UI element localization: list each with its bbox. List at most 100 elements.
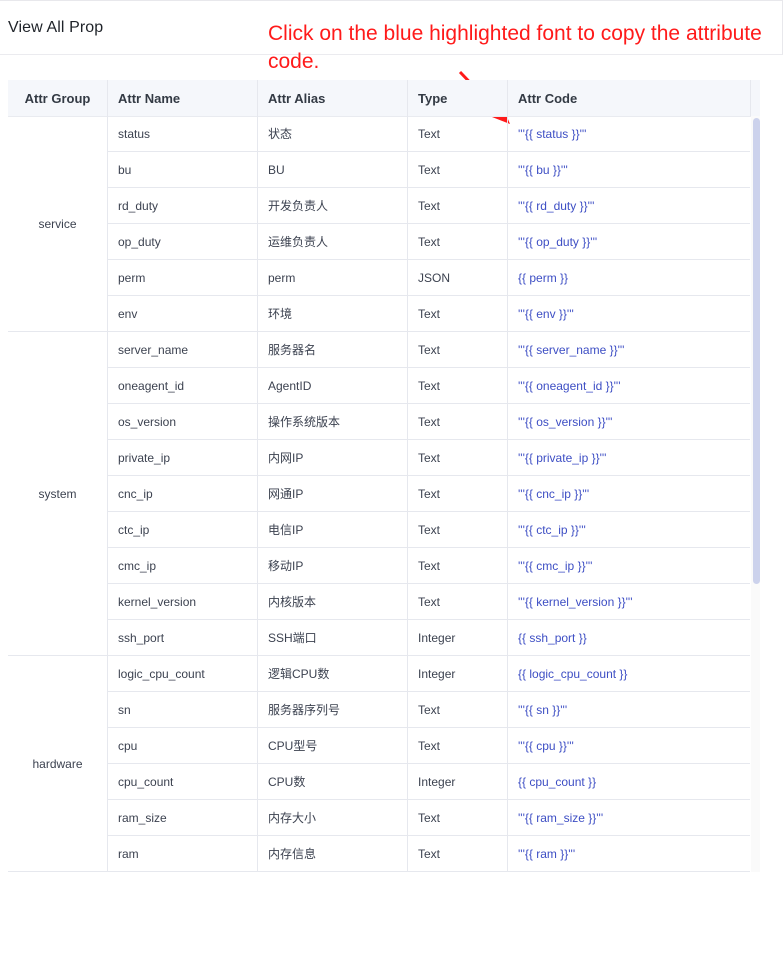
attr-name-cell: env	[108, 296, 258, 331]
attr-name-cell: rd_duty	[108, 188, 258, 223]
attr-code-link[interactable]: {{ cpu_count }}	[508, 764, 750, 799]
attr-type-cell: Text	[408, 476, 508, 511]
table-header: Attr Group Attr Name Attr Alias Type Attr Co…	[8, 80, 760, 117]
attr-code-link[interactable]: '''{{ oneagent_id }}'''	[508, 368, 750, 403]
attr-name-cell: os_version	[108, 404, 258, 439]
instruction-annotation: Click on the blue highlighted font to co…	[268, 22, 762, 73]
attr-alias-cell: 逻辑CPU数	[258, 656, 408, 691]
attr-type-cell: Text	[408, 152, 508, 187]
attr-name-cell: cnc_ip	[108, 476, 258, 511]
table-row: private_ip 内网IP Text '''{{ private_ip }}'''	[108, 440, 750, 476]
attr-alias-cell: AgentID	[258, 368, 408, 403]
attr-alias-cell: 内存大小	[258, 800, 408, 835]
attr-name-cell: ctc_ip	[108, 512, 258, 547]
attr-type-cell: Text	[408, 836, 508, 871]
attr-alias-cell: 移动IP	[258, 548, 408, 583]
attr-type-cell: Text	[408, 188, 508, 223]
attr-code-link[interactable]: '''{{ env }}'''	[508, 296, 750, 331]
table-row: op_duty 运维负责人 Text '''{{ op_duty }}'''	[108, 224, 750, 260]
table-row: server_name 服务器名 Text '''{{ server_name }}'…	[108, 332, 750, 368]
table-row: env 环境 Text '''{{ env }}'''	[108, 296, 750, 332]
attr-type-cell: Text	[408, 512, 508, 547]
header-attr-alias: Attr Alias	[258, 80, 408, 116]
attr-name-cell: logic_cpu_count	[108, 656, 258, 691]
attr-name-cell: cmc_ip	[108, 548, 258, 583]
attr-alias-cell: 操作系统版本	[258, 404, 408, 439]
attr-alias-cell: CPU型号	[258, 728, 408, 763]
attr-alias-cell: 运维负责人	[258, 224, 408, 259]
attr-type-cell: Text	[408, 368, 508, 403]
attr-code-link[interactable]: {{ ssh_port }}	[508, 620, 750, 655]
group-cell-system: system	[8, 332, 108, 656]
table-row: os_version 操作系统版本 Text '''{{ os_version }}'…	[108, 404, 750, 440]
attr-type-cell: Integer	[408, 764, 508, 799]
attr-alias-cell: 服务器序列号	[258, 692, 408, 727]
attr-code-link[interactable]: '''{{ ram_size }}'''	[508, 800, 750, 835]
group-label: service	[38, 216, 77, 231]
attr-code-link[interactable]: '''{{ ram }}'''	[508, 836, 750, 871]
attr-code-link[interactable]: '''{{ kernel_version }}'''	[508, 584, 750, 619]
attr-code-link[interactable]: '''{{ ctc_ip }}'''	[508, 512, 750, 547]
attr-alias-cell: 开发负责人	[258, 188, 408, 223]
attr-name-cell: ram	[108, 836, 258, 871]
group-cell-hardware: hardware	[8, 656, 108, 872]
table-row: ssh_port SSH端口 Integer{{ ssh_port }}	[108, 620, 750, 656]
attr-type-cell: Text	[408, 116, 508, 151]
attr-type-cell: Text	[408, 800, 508, 835]
attr-alias-cell: 内核版本	[258, 584, 408, 619]
attr-code-link[interactable]: '''{{ cmc_ip }}'''	[508, 548, 750, 583]
attr-alias-cell: perm	[258, 260, 408, 295]
header-attr-name: Attr Name	[108, 80, 258, 116]
attr-name-cell: perm	[108, 260, 258, 295]
attr-type-cell: Text	[408, 296, 508, 331]
attr-alias-cell: 状态	[258, 116, 408, 151]
attr-code-link[interactable]: '''{{ op_duty }}'''	[508, 224, 750, 259]
attr-alias-cell: CPU数	[258, 764, 408, 799]
attr-alias-cell: 电信IP	[258, 512, 408, 547]
attr-type-cell: Text	[408, 332, 508, 367]
attr-type-cell: Text	[408, 692, 508, 727]
attr-code-link[interactable]: '''{{ bu }}'''	[508, 152, 750, 187]
table-row: cpu CPU型号 Text '''{{ cpu }}'''	[108, 728, 750, 764]
attr-name-cell: sn	[108, 692, 258, 727]
header-attr-code: Attr Code	[508, 80, 751, 116]
attr-code-link[interactable]: '''{{ cnc_ip }}'''	[508, 476, 750, 511]
table-row: bu BU Text '''{{ bu }}'''	[108, 152, 750, 188]
table-body[interactable]: service status 状态 Text '''{{ status }}''' bu B…	[8, 116, 750, 872]
table-row: perm perm JSON{{ perm }}	[108, 260, 750, 296]
attr-name-cell: ssh_port	[108, 620, 258, 655]
attributes-table: Attr Group Attr Name Attr Alias Type Attr Co…	[8, 80, 760, 872]
attr-code-link[interactable]: '''{{ os_version }}'''	[508, 404, 750, 439]
attr-alias-cell: 内存信息	[258, 836, 408, 871]
attr-name-cell: server_name	[108, 332, 258, 367]
table-row: ram 内存信息 Text '''{{ ram }}'''	[108, 836, 750, 872]
attr-code-link[interactable]: '''{{ status }}'''	[508, 116, 750, 151]
attr-alias-cell: SSH端口	[258, 620, 408, 655]
attr-code-link[interactable]: {{ perm }}	[508, 260, 750, 295]
attr-code-link[interactable]: '''{{ server_name }}'''	[508, 332, 750, 367]
attr-code-link[interactable]: {{ logic_cpu_count }}	[508, 656, 750, 691]
attr-code-link[interactable]: '''{{ rd_duty }}'''	[508, 188, 750, 223]
attr-name-cell: cpu_count	[108, 764, 258, 799]
attr-code-link[interactable]: '''{{ private_ip }}'''	[508, 440, 750, 475]
attr-code-link[interactable]: '''{{ sn }}'''	[508, 692, 750, 727]
attr-type-cell: Integer	[408, 656, 508, 691]
header-type: Type	[408, 80, 508, 116]
header-attr-group: Attr Group	[8, 80, 108, 116]
group-label: system	[38, 486, 77, 501]
attr-name-cell: status	[108, 116, 258, 151]
table-row: oneagent_id AgentID Text '''{{ oneagent_id …	[108, 368, 750, 404]
attr-code-link[interactable]: '''{{ cpu }}'''	[508, 728, 750, 763]
table-row: status 状态 Text '''{{ status }}'''	[108, 116, 750, 152]
attr-name-cell: op_duty	[108, 224, 258, 259]
attr-name-cell: private_ip	[108, 440, 258, 475]
attr-type-cell: Text	[408, 440, 508, 475]
attr-type-cell: Text	[408, 548, 508, 583]
attr-name-cell: bu	[108, 152, 258, 187]
table-row: cmc_ip 移动IP Text '''{{ cmc_ip }}'''	[108, 548, 750, 584]
table-row: ctc_ip 电信IP Text '''{{ ctc_ip }}'''	[108, 512, 750, 548]
page-title: View All Prop	[8, 19, 104, 36]
attr-alias-cell: 内网IP	[258, 440, 408, 475]
attr-type-cell: Text	[408, 404, 508, 439]
scrollbar-thumb[interactable]	[753, 118, 760, 584]
